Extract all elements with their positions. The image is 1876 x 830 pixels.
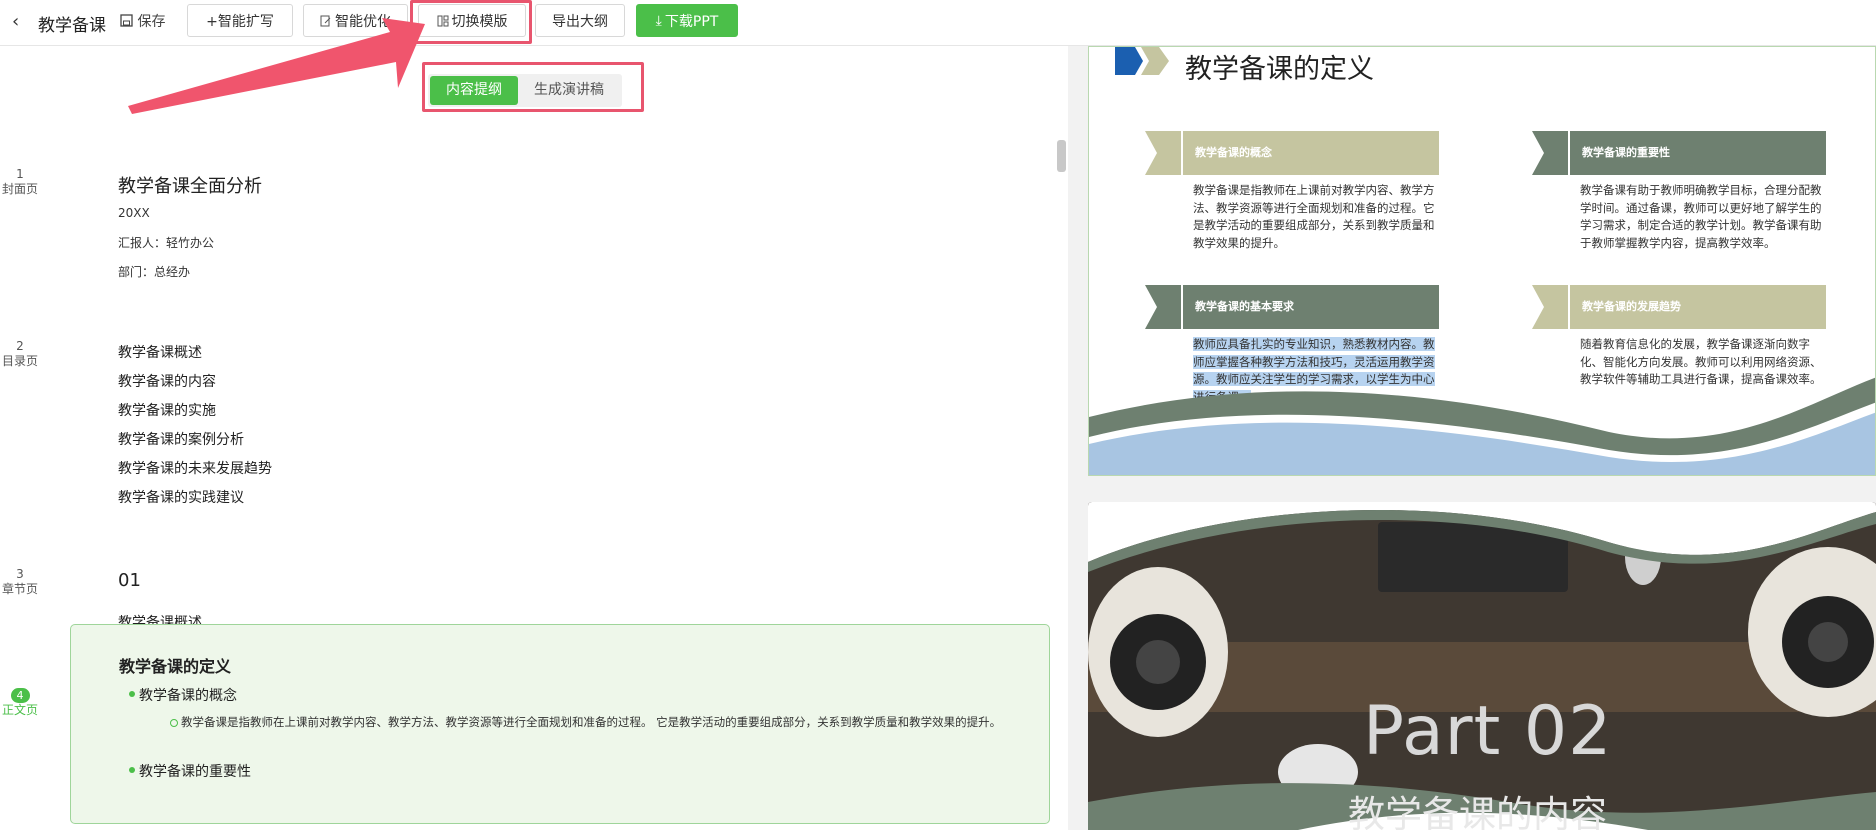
- page-type: 正文页: [1, 703, 38, 717]
- page-number: 3: [16, 567, 24, 581]
- desk-photo-background: [1088, 502, 1876, 830]
- slide-box-label: 教学备课的发展趋势: [1570, 285, 1826, 329]
- card-heading[interactable]: 教学备课的定义: [119, 653, 231, 677]
- download-ppt-button[interactable]: ⤓ 下载PPT: [636, 4, 738, 37]
- page-indicator-2[interactable]: 2 目录页: [0, 339, 40, 369]
- cover-year[interactable]: 20XX: [118, 206, 150, 220]
- chapter-number[interactable]: 01: [118, 570, 141, 591]
- bullet-level1[interactable]: 教学备课的重要性: [129, 761, 251, 781]
- slide-title: 教学备课的定义: [1185, 54, 1374, 85]
- highlight-mode-tabs: [422, 62, 644, 112]
- page-number: 4: [10, 688, 30, 703]
- slide-wave-decoration: [1089, 377, 1875, 475]
- slide-box-label: 教学备课的概念: [1183, 131, 1439, 175]
- slide-arrow-icon: [1115, 47, 1169, 75]
- sage-chevron-icon: [1532, 131, 1568, 175]
- doc-title: 教学备课: [38, 16, 106, 36]
- toc-item[interactable]: 教学备课的未来发展趋势: [118, 458, 272, 478]
- slide-box-label: 教学备课的重要性: [1570, 131, 1826, 175]
- annotation-arrow: [128, 18, 425, 114]
- toc-item[interactable]: 教学备课的案例分析: [118, 429, 244, 449]
- page-indicator-1[interactable]: 1 封面页: [0, 167, 40, 197]
- part-number: Part 02: [1363, 692, 1613, 771]
- slide-preview-definition[interactable]: 教学备课的定义 教学备课的概念 教学备课是指教师在上课前对教学内容、教学方法、教…: [1088, 46, 1876, 476]
- cover-department[interactable]: 部门：总经办: [118, 263, 190, 280]
- export-outline-button[interactable]: 导出大纲: [535, 4, 625, 37]
- back-icon[interactable]: ‹: [12, 11, 19, 32]
- slide-box-label: 教学备课的基本要求: [1183, 285, 1439, 329]
- page-number: 2: [16, 339, 24, 353]
- sage-chevron-icon: [1145, 285, 1181, 329]
- page-type: 目录页: [1, 354, 38, 368]
- slide-box-text: 教学备课是指教师在上课前对教学内容、教学方法、教学资源等进行全面规划和准备的过程…: [1193, 183, 1435, 250]
- page-type: 封面页: [1, 182, 38, 196]
- slide-box-text: 教学备课有助于教师明确教学目标，合理分配教学时间。通过备课，教师可以更好地了解学…: [1580, 183, 1822, 250]
- part-subtitle: 教学备课的内容: [1348, 793, 1607, 830]
- page-type: 章节页: [1, 582, 38, 596]
- khaki-chevron-icon: [1532, 285, 1568, 329]
- toc-item[interactable]: 教学备课概述: [118, 342, 202, 362]
- cover-reporter[interactable]: 汇报人：轻竹办公: [118, 234, 214, 251]
- page-number: 1: [16, 167, 24, 181]
- active-slide-card[interactable]: 教学备课的定义 教学备课的概念 教学备课是指教师在上课前对教学内容、教学方法、教…: [70, 624, 1050, 824]
- page-indicator-4[interactable]: 4 正文页: [0, 688, 40, 718]
- export-outline-label: 导出大纲: [552, 13, 608, 30]
- cover-title[interactable]: 教学备课全面分析: [118, 172, 262, 198]
- bullet-level1[interactable]: 教学备课的概念: [129, 685, 237, 705]
- slide-preview-part02[interactable]: Part 02 教学备课的内容: [1088, 502, 1876, 830]
- toc-item[interactable]: 教学备课的实施: [118, 400, 216, 420]
- download-ppt-label: 下载PPT: [664, 13, 719, 30]
- preview-pane: 教学备课的定义 教学备课的概念 教学备课是指教师在上课前对教学内容、教学方法、教…: [1068, 46, 1876, 830]
- khaki-chevron-icon: [1145, 131, 1181, 175]
- toc-item[interactable]: 教学备课的实践建议: [118, 487, 244, 507]
- bullet-level2[interactable]: 教学备课是指教师在上课前对教学内容、教学方法、教学资源等进行全面规划和准备的过程…: [170, 713, 1011, 731]
- scrollbar-thumb[interactable]: [1057, 140, 1066, 172]
- toc-item[interactable]: 教学备课的内容: [118, 371, 216, 391]
- download-icon: ⤓: [655, 12, 662, 29]
- page-indicator-3[interactable]: 3 章节页: [0, 567, 40, 597]
